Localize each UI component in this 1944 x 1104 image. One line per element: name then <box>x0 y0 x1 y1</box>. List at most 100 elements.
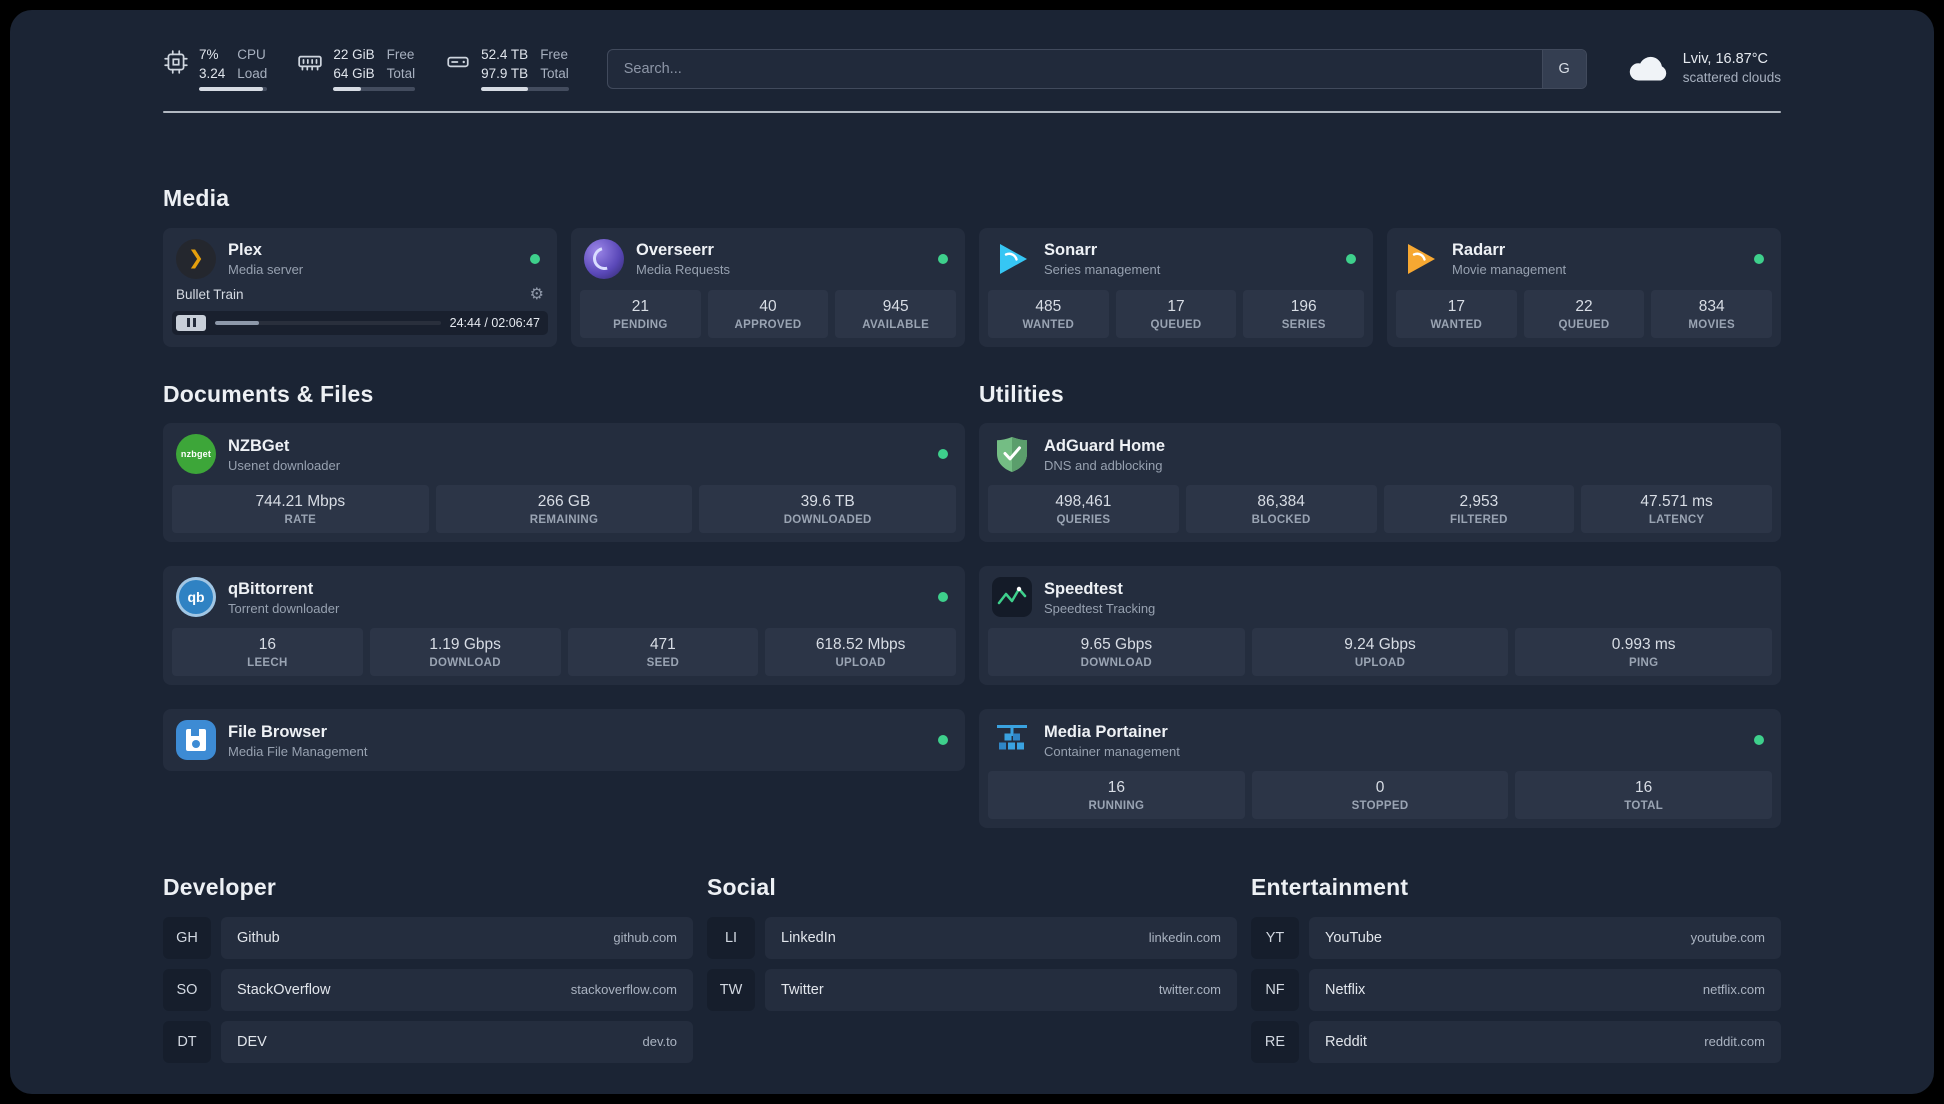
stat-box: 39.6 TB DOWNLOADED <box>699 485 957 534</box>
service-stats: 485 WANTED 17 QUEUED 196 SERIES <box>979 289 1373 347</box>
service-stats: 17 WANTED 22 QUEUED 834 MOVIES <box>1387 289 1781 347</box>
filebrowser-icon <box>176 720 216 761</box>
bookmark-netflix[interactable]: NF Netflix netflix.com <box>1251 968 1781 1011</box>
bookmark-name: DEV <box>237 1033 267 1050</box>
section-title-utilities: Utilities <box>979 380 1064 407</box>
service-link-portainer[interactable]: Media Portainer Container management <box>979 709 1781 771</box>
service-link-adguard[interactable]: AdGuard Home DNS and adblocking <box>979 423 1781 485</box>
disk-progress-fill <box>481 87 529 92</box>
service-link-speedtest[interactable]: Speedtest Speedtest Tracking <box>979 566 1781 628</box>
service-link-overseerr[interactable]: Overseerr Media Requests <box>571 228 965 290</box>
bookmark-domain: reddit.com <box>1704 1034 1765 1050</box>
status-dot <box>1754 253 1764 264</box>
stat-box: 1.19 Gbps DOWNLOAD <box>369 628 561 677</box>
bookmark-linkedin[interactable]: LI LinkedIn linkedin.com <box>707 916 1237 959</box>
bookmark-group-developer: Developer GH Github github.com SO StackO… <box>163 874 693 1063</box>
cpu-progress-bar <box>199 87 268 92</box>
bookmark-group-entertainment: Entertainment YT YouTube youtube.com NF … <box>1251 874 1781 1063</box>
service-description: Usenet downloader <box>228 457 341 473</box>
cpu-load-value: 3.24 <box>199 65 226 81</box>
bookmark-abbr: YT <box>1251 916 1299 959</box>
service-card-qbittorrent: qb qBittorrent Torrent downloader 16 LEE… <box>163 566 965 686</box>
playback-progress-track[interactable] <box>215 320 441 325</box>
bookmark-domain: github.com <box>613 930 677 946</box>
service-link-plex[interactable]: ❯ Plex Media server <box>163 228 557 290</box>
service-link-sonarr[interactable]: Sonarr Series management <box>979 228 1373 290</box>
service-link-radarr[interactable]: Radarr Movie management <box>1387 228 1781 290</box>
pause-bar-icon <box>186 318 190 328</box>
bookmark-abbr: TW <box>707 968 755 1011</box>
now-playing-title: Bullet Train <box>176 287 244 303</box>
stat-box: 0 STOPPED <box>1251 771 1509 820</box>
radarr-icon <box>1400 239 1440 279</box>
playback-time: 24:44 / 02:06:47 <box>449 315 540 330</box>
service-description: Container management <box>1044 743 1180 759</box>
bookmark-reddit[interactable]: RE Reddit reddit.com <box>1251 1020 1781 1063</box>
status-dot <box>938 449 948 460</box>
stat-box: 618.52 Mbps UPLOAD <box>765 628 956 677</box>
sonarr-icon <box>992 239 1032 279</box>
stat-box: 471 SEED <box>567 628 759 677</box>
search-provider-button[interactable]: G <box>1541 49 1586 88</box>
service-name: Sonarr <box>1044 241 1098 260</box>
service-link-qbittorrent[interactable]: qb qBittorrent Torrent downloader <box>163 566 965 628</box>
bookmark-name: StackOverflow <box>237 981 331 998</box>
adguard-icon <box>992 434 1032 474</box>
media-player: 24:44 / 02:06:47 <box>172 310 548 335</box>
service-link-nzbget[interactable]: nzbget NZBGet Usenet downloader <box>163 423 965 485</box>
stat-box: 9.24 Gbps UPLOAD <box>1251 628 1509 677</box>
stat-box: 17 WANTED <box>1396 289 1517 338</box>
weather-widget: Lviv, 16.87°C scattered clouds <box>1625 50 1781 86</box>
gear-icon[interactable]: ⚙ <box>530 286 544 303</box>
stat-box: 0.993 ms PING <box>1515 628 1773 677</box>
section-title-media: Media <box>163 185 230 212</box>
stat-box: 485 WANTED <box>988 289 1109 338</box>
service-name: Overseerr <box>636 241 714 260</box>
stat-box: 21 PENDING <box>580 289 701 338</box>
section-title-developer: Developer <box>163 874 277 901</box>
disk-free-label: Free <box>540 47 568 62</box>
disk-total-label: Total <box>540 65 569 81</box>
service-stats: 744.21 Mbps RATE 266 GB REMAINING 39.6 T… <box>163 485 965 542</box>
pause-bar-icon <box>192 318 196 328</box>
service-card-sonarr: Sonarr Series management 485 WANTED 17 Q… <box>979 227 1373 347</box>
stat-box: 47.571 ms LATENCY <box>1581 485 1772 534</box>
bookmark-stackoverflow[interactable]: SO StackOverflow stackoverflow.com <box>163 968 693 1011</box>
memory-free-label: Free <box>386 47 415 62</box>
service-card-speedtest: Speedtest Speedtest Tracking 9.65 Gbps D… <box>979 566 1781 686</box>
service-stats: 16 RUNNING 0 STOPPED 16 TOTAL <box>979 771 1781 828</box>
search-input[interactable] <box>607 49 1542 88</box>
bookmark-twitter[interactable]: TW Twitter twitter.com <box>707 968 1237 1011</box>
stat-box: 2,953 FILTERED <box>1383 485 1575 534</box>
service-name: qBittorrent <box>228 579 314 598</box>
service-name: Media Portainer <box>1044 722 1168 741</box>
nzbget-icon: nzbget <box>176 434 216 475</box>
qbittorrent-icon: qb <box>176 577 216 618</box>
status-dot <box>530 253 540 264</box>
bookmark-youtube[interactable]: YT YouTube youtube.com <box>1251 916 1781 959</box>
status-dot <box>1754 735 1764 746</box>
cpu-label: CPU <box>237 47 266 62</box>
stat-box: 16 LEECH <box>172 628 363 677</box>
stat-box: 744.21 Mbps RATE <box>172 485 429 534</box>
speedtest-icon <box>992 577 1032 618</box>
bookmark-name: Netflix <box>1325 981 1366 998</box>
bookmark-dev[interactable]: DT DEV dev.to <box>163 1020 693 1063</box>
service-name: AdGuard Home <box>1044 436 1166 455</box>
bookmark-domain: netflix.com <box>1702 982 1765 998</box>
service-link-filebrowser[interactable]: File Browser Media File Management <box>163 709 965 771</box>
bookmark-github[interactable]: GH Github github.com <box>163 916 693 959</box>
service-name: Plex <box>228 241 262 260</box>
service-card-filebrowser: File Browser Media File Management <box>163 709 965 772</box>
disk-icon <box>445 49 471 75</box>
stat-box: 40 APPROVED <box>707 289 829 338</box>
cpu-icon <box>163 49 189 75</box>
service-stats: 498,461 QUERIES 86,384 BLOCKED 2,953 FIL… <box>979 485 1781 542</box>
section-title-social: Social <box>707 874 776 901</box>
bookmark-name: Reddit <box>1325 1033 1367 1050</box>
stat-box: 22 QUEUED <box>1523 289 1645 338</box>
portainer-icon <box>992 720 1032 760</box>
service-description: Torrent downloader <box>228 600 340 616</box>
pause-button[interactable] <box>176 314 206 331</box>
bookmark-domain: linkedin.com <box>1148 930 1221 946</box>
